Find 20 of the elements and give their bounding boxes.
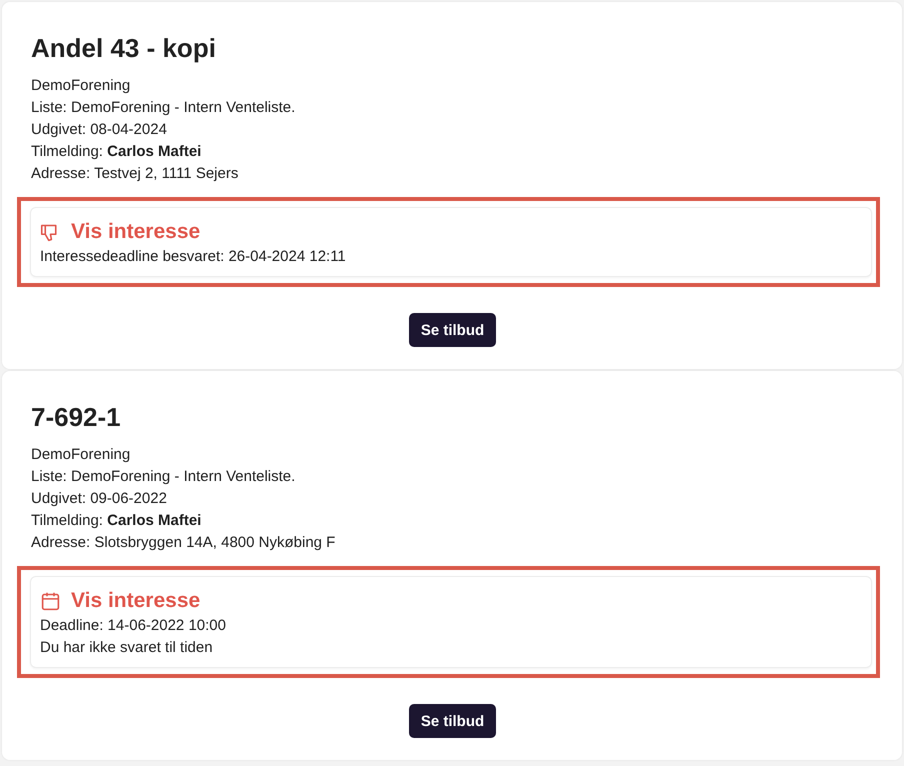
interest-title: Vis interesse (71, 589, 200, 613)
detail-text: Adresse: Testvej 2, 1111 Sejers (31, 164, 240, 184)
interest-text: Interessedeadline besvaret: 26-04-2024 12:11 (40, 247, 347, 267)
listing-title: 7-692-1 (31, 402, 122, 432)
listing-title: Andel 43 - kopi (31, 33, 217, 63)
detail-text: Liste: DemoForening - Intern Venteliste. (31, 98, 296, 118)
detail-text: Udgivet: 09-06-2022 (31, 489, 168, 509)
detail-text: Tilmelding: Carlos Maftei (31, 142, 202, 162)
offer-button[interactable]: Se tilbud (408, 704, 496, 738)
detail-text: DemoForening (31, 445, 132, 465)
detail-text: Udgivet: 08-04-2024 (31, 120, 168, 140)
detail-text: Liste: DemoForening - Intern Venteliste. (31, 467, 296, 487)
detail-text: DemoForening (31, 76, 132, 96)
detail-text: Tilmelding: Carlos Maftei (31, 511, 202, 531)
offer-button[interactable]: Se tilbud (408, 313, 496, 347)
interest-text: Du har ikke svaret til tiden (40, 638, 214, 658)
interest-title: Vis interesse (71, 220, 200, 244)
interest-text: Deadline: 14-06-2022 10:00 (40, 616, 227, 636)
calendar-icon (40, 590, 61, 612)
detail-text: Adresse: Slotsbryggen 14A, 4800 Nykøbing F (31, 533, 336, 553)
